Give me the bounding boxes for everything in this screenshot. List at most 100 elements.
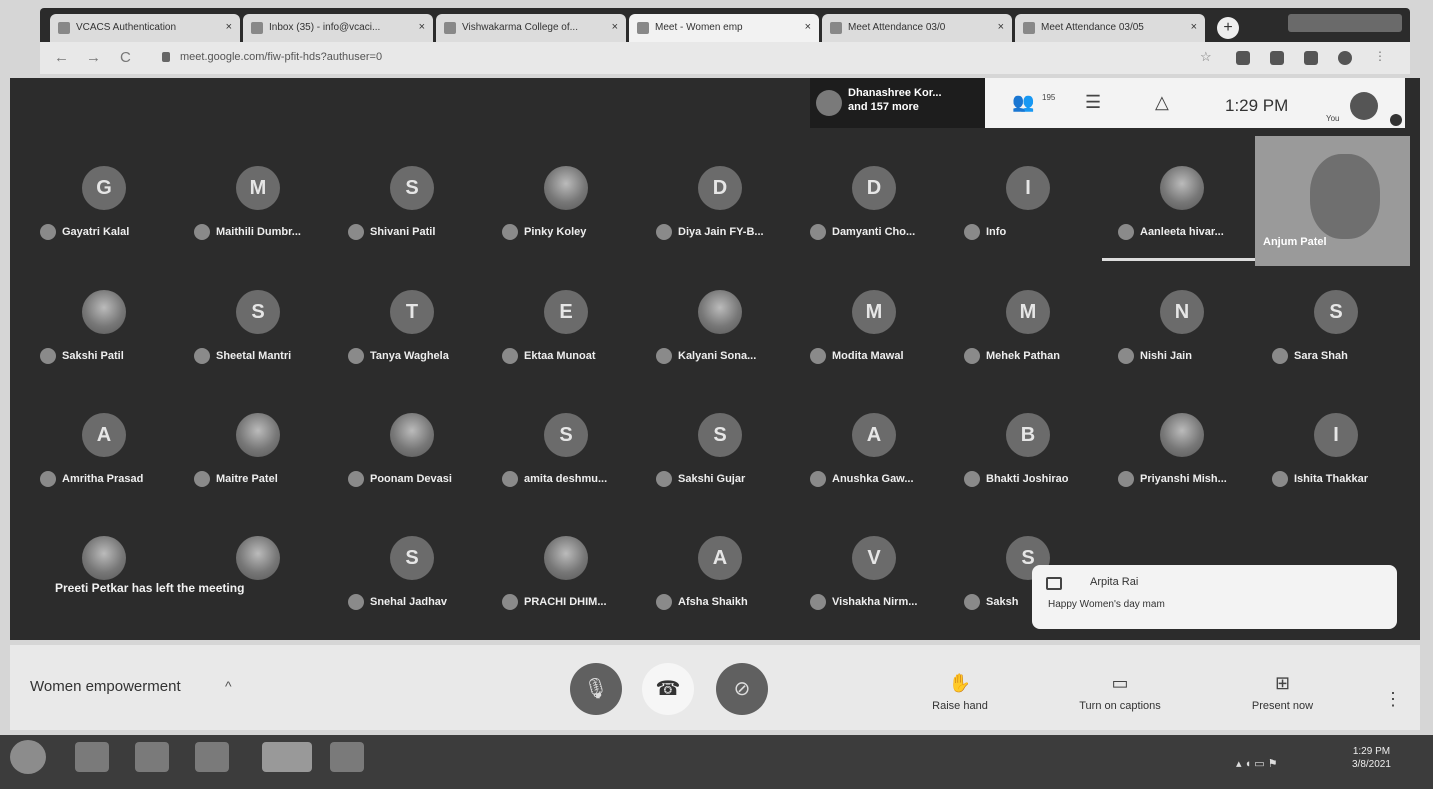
meeting-title[interactable]: Women empowerment xyxy=(30,678,181,695)
media-player-icon[interactable] xyxy=(135,742,169,772)
participant-tile[interactable]: S Shivani Patil xyxy=(340,166,495,286)
participant-tile[interactable]: S Sheetal Mantri xyxy=(186,290,341,410)
participant-tile[interactable]: PRACHI DHIM... xyxy=(494,536,649,656)
activities-icon[interactable]: △ xyxy=(1155,92,1169,113)
tab-meet[interactable]: Meet - Women emp × xyxy=(629,14,819,42)
participant-name: Damyanti Cho... xyxy=(832,225,916,238)
participant-tile[interactable]: Aanleeta hivar... xyxy=(1110,166,1265,286)
address-bar: ← → C meet.google.com/fiw-pfit-hds?authu… xyxy=(40,42,1410,74)
participant-name: Ishita Thakkar xyxy=(1294,472,1368,485)
participant-tile[interactable]: M Maithili Dumbr... xyxy=(186,166,341,286)
tab-attendance-2[interactable]: Meet Attendance 03/05 × xyxy=(1015,14,1205,42)
tab-attendance-1[interactable]: Meet Attendance 03/0 × xyxy=(822,14,1012,42)
people-icon[interactable]: 👥 xyxy=(1012,92,1034,113)
excel-icon[interactable] xyxy=(195,742,229,772)
participant-tile[interactable] xyxy=(186,536,341,656)
file-explorer-icon[interactable] xyxy=(75,742,109,772)
menu-icon[interactable]: ⋮ xyxy=(1374,49,1386,63)
participant-tile[interactable]: Kalyani Sona... xyxy=(648,290,803,410)
participant-tile[interactable]: T Tanya Waghela xyxy=(340,290,495,410)
chat-icon[interactable]: ☰ xyxy=(1085,92,1101,113)
participant-tile[interactable]: S Sakshi Gujar xyxy=(648,413,803,533)
participant-tile[interactable]: Poonam Devasi xyxy=(340,413,495,533)
taskbar-clock[interactable]: 1:29 PM 3/8/2021 xyxy=(1352,745,1391,771)
tab-title: Meet - Women emp xyxy=(655,22,743,33)
raise-hand-button[interactable]: ✋ Raise hand xyxy=(915,673,1005,712)
extension-icon[interactable] xyxy=(1236,51,1250,65)
chrome-icon[interactable] xyxy=(262,742,312,772)
avatar xyxy=(82,536,126,580)
profile-icon[interactable] xyxy=(1338,51,1352,65)
mic-off-icon xyxy=(964,224,980,240)
participant-name: Saksh xyxy=(986,595,1019,608)
present-button[interactable]: ⊞ Present now xyxy=(1235,673,1330,712)
captions-button[interactable]: ▭ Turn on captions xyxy=(1055,673,1185,712)
participant-tile[interactable]: M Mehek Pathan xyxy=(956,290,1111,410)
window-controls[interactable] xyxy=(1288,14,1402,32)
mic-toggle-button[interactable]: 🎙 xyxy=(570,663,622,715)
participant-name-row: Vishakha Nirm... xyxy=(810,594,950,610)
participant-tile[interactable]: Maitre Patel xyxy=(186,413,341,533)
participant-tile[interactable]: A Amritha Prasad xyxy=(32,413,187,533)
extensions-puzzle-icon[interactable] xyxy=(1304,51,1318,65)
participant-name: Info xyxy=(986,225,1007,238)
participant-tile[interactable]: Samita deshmu... xyxy=(494,413,649,533)
participant-name: amita deshmu... xyxy=(524,472,608,485)
url-field[interactable]: meet.google.com/fiw-pfit-hds?authuser=0 xyxy=(180,51,382,63)
participant-tile[interactable]: G Gayatri Kalal xyxy=(32,166,187,286)
close-icon[interactable]: × xyxy=(998,21,1004,33)
participant-tile[interactable]: D Diya Jain FY-B... xyxy=(648,166,803,286)
close-icon[interactable]: × xyxy=(1191,21,1197,33)
participant-tile[interactable]: S Snehal Jadhav xyxy=(340,536,495,656)
back-icon[interactable]: ← xyxy=(54,49,69,66)
camera-toggle-button[interactable]: ⊘ xyxy=(716,663,768,715)
chevron-up-icon[interactable]: ^ xyxy=(225,678,232,694)
close-icon[interactable]: × xyxy=(419,21,425,33)
participant-tile[interactable]: N Nishi Jain xyxy=(1110,290,1265,410)
participant-tile[interactable]: A Anushka Gaw... xyxy=(802,413,957,533)
tab-vishwakarma[interactable]: Vishwakarma College of... × xyxy=(436,14,626,42)
participant-tile[interactable]: I Ishita Thakkar xyxy=(1264,413,1419,533)
participant-tile[interactable]: M Modita Mawal xyxy=(802,290,957,410)
participants-summary[interactable]: Dhanashree Kor... and 157 more xyxy=(810,78,985,128)
participant-tile[interactable]: Pinky Koley xyxy=(494,166,649,286)
app-icon[interactable] xyxy=(330,742,364,772)
participant-tile[interactable]: I Info xyxy=(956,166,1111,286)
screen: VCACS Authentication × Inbox (35) - info… xyxy=(0,0,1433,789)
participant-tile[interactable]: D Damyanti Cho... xyxy=(802,166,957,286)
avatar[interactable] xyxy=(1350,92,1378,120)
close-icon[interactable]: × xyxy=(805,21,811,33)
forward-icon[interactable]: → xyxy=(86,49,101,66)
tab-vcacs[interactable]: VCACS Authentication × xyxy=(50,14,240,42)
chat-notification[interactable]: Arpita Rai Happy Women's day mam xyxy=(1032,565,1397,629)
speaker-video-tile[interactable]: Anjum Patel xyxy=(1255,136,1410,266)
participant-name: Sakshi Patil xyxy=(62,349,124,362)
participant-tile[interactable]: S Sara Shah xyxy=(1264,290,1419,410)
start-button[interactable] xyxy=(10,740,46,774)
participant-tile[interactable]: Priyanshi Mish... xyxy=(1110,413,1265,533)
mic-off-icon xyxy=(502,224,518,240)
gmail-icon xyxy=(251,22,263,34)
system-tray[interactable]: ▴ ◖ ▭ ⚑ xyxy=(1236,757,1278,770)
participant-tile[interactable]: E Ektaa Munoat xyxy=(494,290,649,410)
avatar xyxy=(82,290,126,334)
participant-tile[interactable]: Sakshi Patil xyxy=(32,290,187,410)
bookmark-star-icon[interactable]: ☆ xyxy=(1200,49,1212,65)
participant-tile[interactable]: V Vishakha Nirm... xyxy=(802,536,957,656)
participant-name-row: PRACHI DHIM... xyxy=(502,594,642,610)
more-vert-icon[interactable]: ⋮ xyxy=(1384,689,1402,710)
reload-icon[interactable]: C xyxy=(120,49,131,66)
avatar xyxy=(698,290,742,334)
close-icon[interactable]: × xyxy=(612,21,618,33)
tab-inbox[interactable]: Inbox (35) - info@vcaci... × xyxy=(243,14,433,42)
close-icon[interactable]: × xyxy=(226,21,232,33)
chat-message-icon xyxy=(1046,577,1062,590)
new-tab-button[interactable]: + xyxy=(1217,17,1239,39)
participant-tile[interactable]: A Afsha Shaikh xyxy=(648,536,803,656)
participant-tile[interactable] xyxy=(32,536,187,656)
extension-icon[interactable] xyxy=(1270,51,1284,65)
participant-tile[interactable]: B Bhakti Joshirao xyxy=(956,413,1111,533)
participant-name-row: Ishita Thakkar xyxy=(1272,471,1412,487)
leave-call-button[interactable]: ☎ xyxy=(642,663,694,715)
mic-off-icon xyxy=(810,471,826,487)
